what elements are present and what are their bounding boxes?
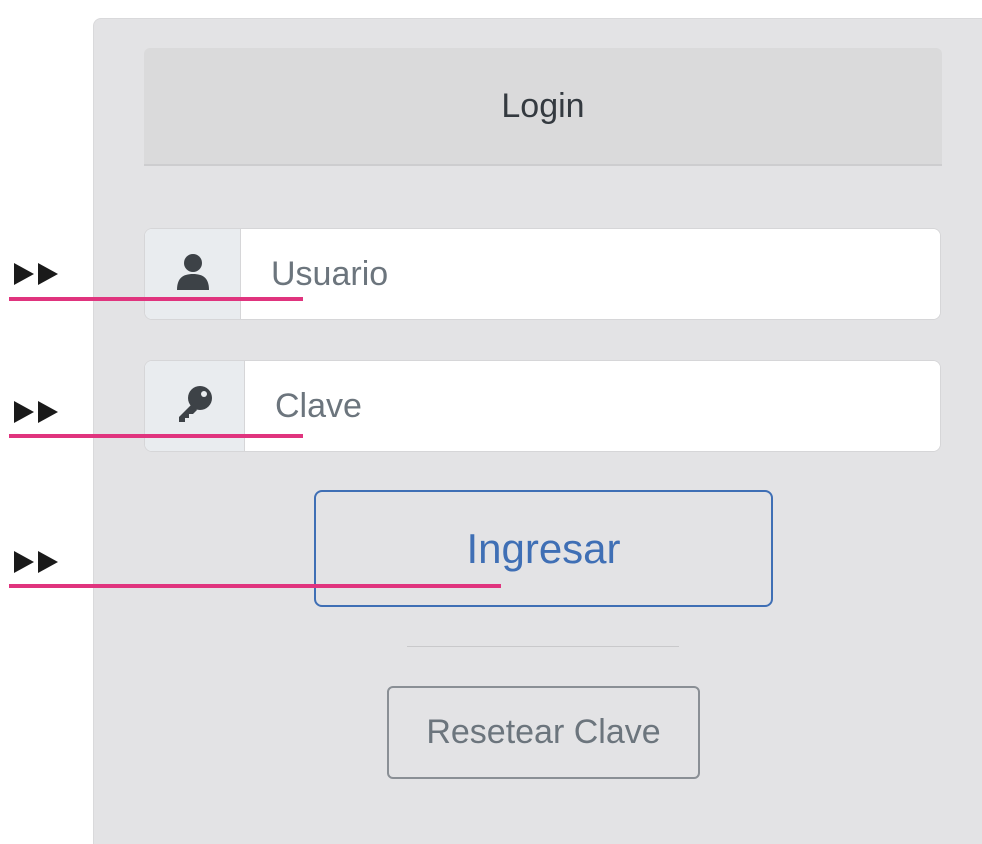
annotation-line-password [9,434,303,438]
annotation-arrow-icon-submit [14,551,58,573]
key-icon [175,384,215,429]
username-input-group [144,228,941,320]
annotation-arrow-icon-username [14,263,58,285]
divider [407,646,679,647]
username-input[interactable] [241,229,940,319]
reset-password-button[interactable]: Resetear Clave [387,686,700,779]
login-title: Login [501,86,585,125]
username-addon [145,229,241,319]
user-icon [175,252,211,297]
stage: Login Ingresar Res [0,0,982,844]
annotation-line-username [9,297,303,301]
annotation-line-submit [9,584,501,588]
password-input-group [144,360,941,452]
login-card-header: Login [144,48,942,166]
password-input[interactable] [245,361,940,451]
annotation-arrow-icon-password [14,401,58,423]
ingresar-button[interactable]: Ingresar [314,490,773,607]
